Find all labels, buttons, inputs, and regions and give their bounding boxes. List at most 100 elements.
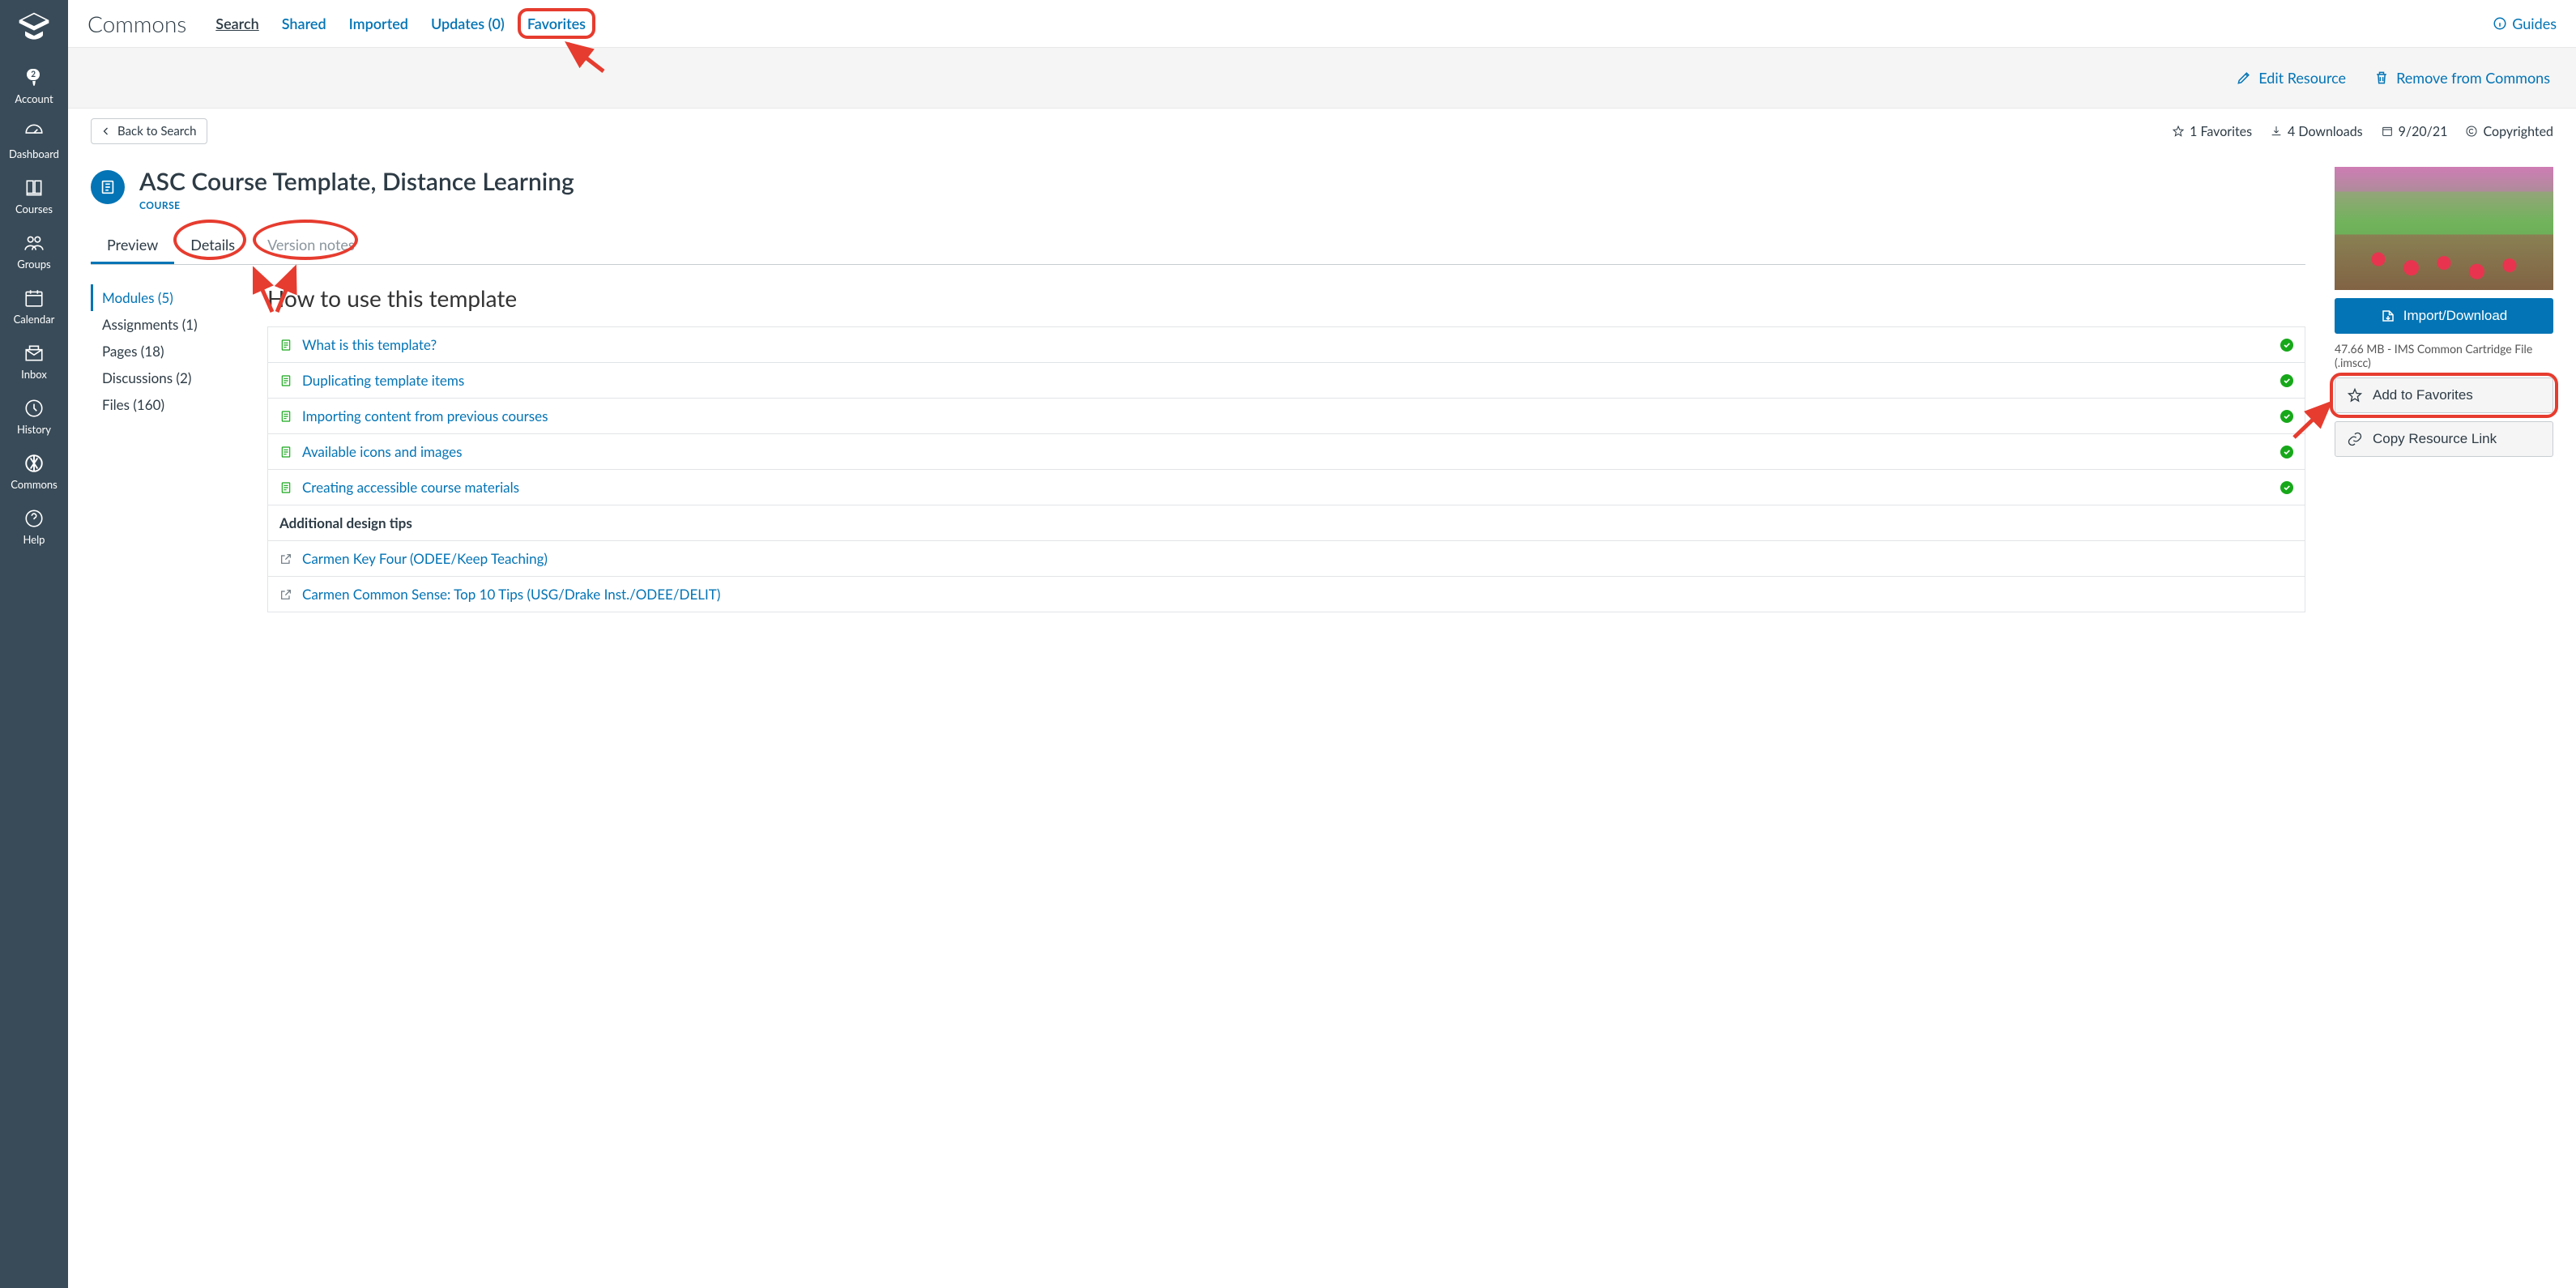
nav-label: Inbox — [0, 368, 68, 381]
module-item[interactable]: What is this template? — [267, 326, 2305, 363]
resource-meta: 1 Favorites 4 Downloads 9/20/21 Copyrigh… — [2172, 124, 2553, 139]
nav-account[interactable]: 2 Account — [0, 58, 68, 113]
chevron-left-icon — [101, 126, 111, 136]
info-icon — [2493, 16, 2507, 31]
title-row: ASC Course Template, Distance Learning C… — [91, 167, 2305, 211]
resource-thumbnail — [2335, 167, 2553, 290]
tab-updates[interactable]: Updates (0) — [431, 15, 505, 32]
tab-favorites[interactable]: Favorites — [527, 15, 586, 32]
tab-shared[interactable]: Shared — [282, 15, 326, 32]
check-icon — [2280, 481, 2293, 494]
module-item-link[interactable]: Creating accessible course materials — [302, 479, 519, 496]
page-icon — [279, 446, 292, 458]
nav-dashboard[interactable]: Dashboard — [0, 113, 68, 168]
resource-type-badge: COURSE — [139, 199, 574, 211]
clock-icon — [0, 397, 68, 420]
nav-commons[interactable]: Commons — [0, 444, 68, 499]
resource-tabs: Preview Details Version notes — [91, 228, 2305, 265]
action-bar: Edit Resource Remove from Commons — [68, 48, 2576, 109]
module-item[interactable]: Carmen Key Four (ODEE/Keep Teaching) — [267, 541, 2305, 577]
meta-favorites: 1 Favorites — [2172, 124, 2252, 139]
avatar: 2 — [32, 71, 36, 84]
page-icon — [279, 339, 292, 352]
copyright-icon — [2465, 125, 2478, 138]
module-nav: Modules (5) Assignments (1) Pages (18) D… — [91, 284, 245, 612]
top-header: Commons Search Shared Imported Updates (… — [68, 0, 2576, 48]
module-item-link[interactable]: Duplicating template items — [302, 372, 464, 389]
nav-label: Groups — [0, 258, 68, 271]
nav-history[interactable]: History — [0, 389, 68, 444]
nav-groups[interactable]: Groups — [0, 224, 68, 279]
external-link-icon — [279, 588, 292, 601]
dashboard-icon — [0, 122, 68, 144]
nav-label: Dashboard — [0, 147, 68, 160]
nav-inbox[interactable]: Inbox — [0, 334, 68, 389]
back-row: Back to Search 1 Favorites 4 Downloads 9… — [68, 109, 2576, 154]
modnav-discussions[interactable]: Discussions (2) — [91, 365, 245, 391]
restab-preview[interactable]: Preview — [91, 228, 174, 264]
restab-version-notes[interactable]: Version notes — [251, 228, 371, 264]
resource-title: ASC Course Template, Distance Learning — [139, 167, 574, 196]
check-icon — [2280, 446, 2293, 458]
tab-search[interactable]: Search — [215, 15, 258, 32]
add-fav-label: Add to Favorites — [2373, 387, 2473, 403]
meta-favorites-label: 1 Favorites — [2190, 124, 2252, 139]
canvas-logo-icon — [16, 10, 52, 45]
back-to-search-button[interactable]: Back to Search — [91, 118, 207, 144]
add-to-favorites-button[interactable]: Add to Favorites — [2335, 377, 2553, 413]
course-type-icon — [91, 170, 125, 204]
module-item[interactable]: Duplicating template items — [267, 363, 2305, 399]
modnav-modules[interactable]: Modules (5) — [91, 284, 245, 311]
tab-imported[interactable]: Imported — [349, 15, 408, 32]
module-heading: How to use this template — [267, 284, 2305, 312]
calendar-icon — [0, 287, 68, 309]
top-tabs: Search Shared Imported Updates (0) Favor… — [215, 15, 586, 32]
meta-downloads: 4 Downloads — [2270, 124, 2363, 139]
trash-icon — [2373, 70, 2390, 86]
book-icon — [0, 177, 68, 199]
nav-label: History — [0, 423, 68, 436]
nav-courses[interactable]: Courses — [0, 168, 68, 224]
meta-date: 9/20/21 — [2381, 124, 2448, 139]
module-item[interactable]: Creating accessible course materials — [267, 470, 2305, 505]
star-icon — [2172, 125, 2185, 138]
edit-resource-link[interactable]: Edit Resource — [2236, 69, 2346, 87]
page-icon — [279, 481, 292, 494]
import-download-button[interactable]: Import/Download — [2335, 298, 2553, 334]
main-area: Commons Search Shared Imported Updates (… — [68, 0, 2576, 645]
global-nav: 2 Account Dashboard Courses Groups Calen… — [0, 0, 68, 1288]
import-icon — [2381, 309, 2395, 323]
guides-link[interactable]: Guides — [2493, 15, 2557, 32]
nav-label: Commons — [0, 478, 68, 491]
check-icon — [2280, 374, 2293, 387]
preview-main: How to use this template What is this te… — [267, 284, 2305, 612]
nav-calendar[interactable]: Calendar — [0, 279, 68, 334]
module-item[interactable]: Carmen Common Sense: Top 10 Tips (USG/Dr… — [267, 577, 2305, 612]
content: ASC Course Template, Distance Learning C… — [68, 154, 2576, 645]
check-icon — [2280, 410, 2293, 423]
copy-link-label: Copy Resource Link — [2373, 431, 2497, 447]
restab-details[interactable]: Details — [174, 228, 251, 264]
edit-label: Edit Resource — [2258, 69, 2346, 87]
star-outline-icon — [2347, 387, 2363, 403]
modnav-files[interactable]: Files (160) — [91, 391, 245, 418]
nav-label: Account — [0, 92, 68, 105]
module-item-link[interactable]: Importing content from previous courses — [302, 407, 548, 424]
calendar-small-icon — [2381, 125, 2394, 138]
nav-label: Help — [0, 533, 68, 546]
subheader-label: Additional design tips — [279, 514, 412, 531]
module-item-link[interactable]: Carmen Common Sense: Top 10 Tips (USG/Dr… — [302, 586, 720, 603]
modnav-pages[interactable]: Pages (18) — [91, 338, 245, 365]
module-item[interactable]: Available icons and images — [267, 434, 2305, 470]
modnav-assignments[interactable]: Assignments (1) — [91, 311, 245, 338]
nav-label: Courses — [0, 203, 68, 215]
copy-resource-link-button[interactable]: Copy Resource Link — [2335, 421, 2553, 457]
module-item[interactable]: Importing content from previous courses — [267, 399, 2305, 434]
module-item-link[interactable]: Available icons and images — [302, 443, 463, 460]
app-title: Commons — [87, 10, 186, 37]
module-subheader: Additional design tips — [267, 505, 2305, 541]
module-item-link[interactable]: Carmen Key Four (ODEE/Keep Teaching) — [302, 550, 548, 567]
nav-help[interactable]: Help — [0, 499, 68, 554]
module-item-link[interactable]: What is this template? — [302, 336, 437, 353]
remove-resource-link[interactable]: Remove from Commons — [2373, 69, 2550, 87]
